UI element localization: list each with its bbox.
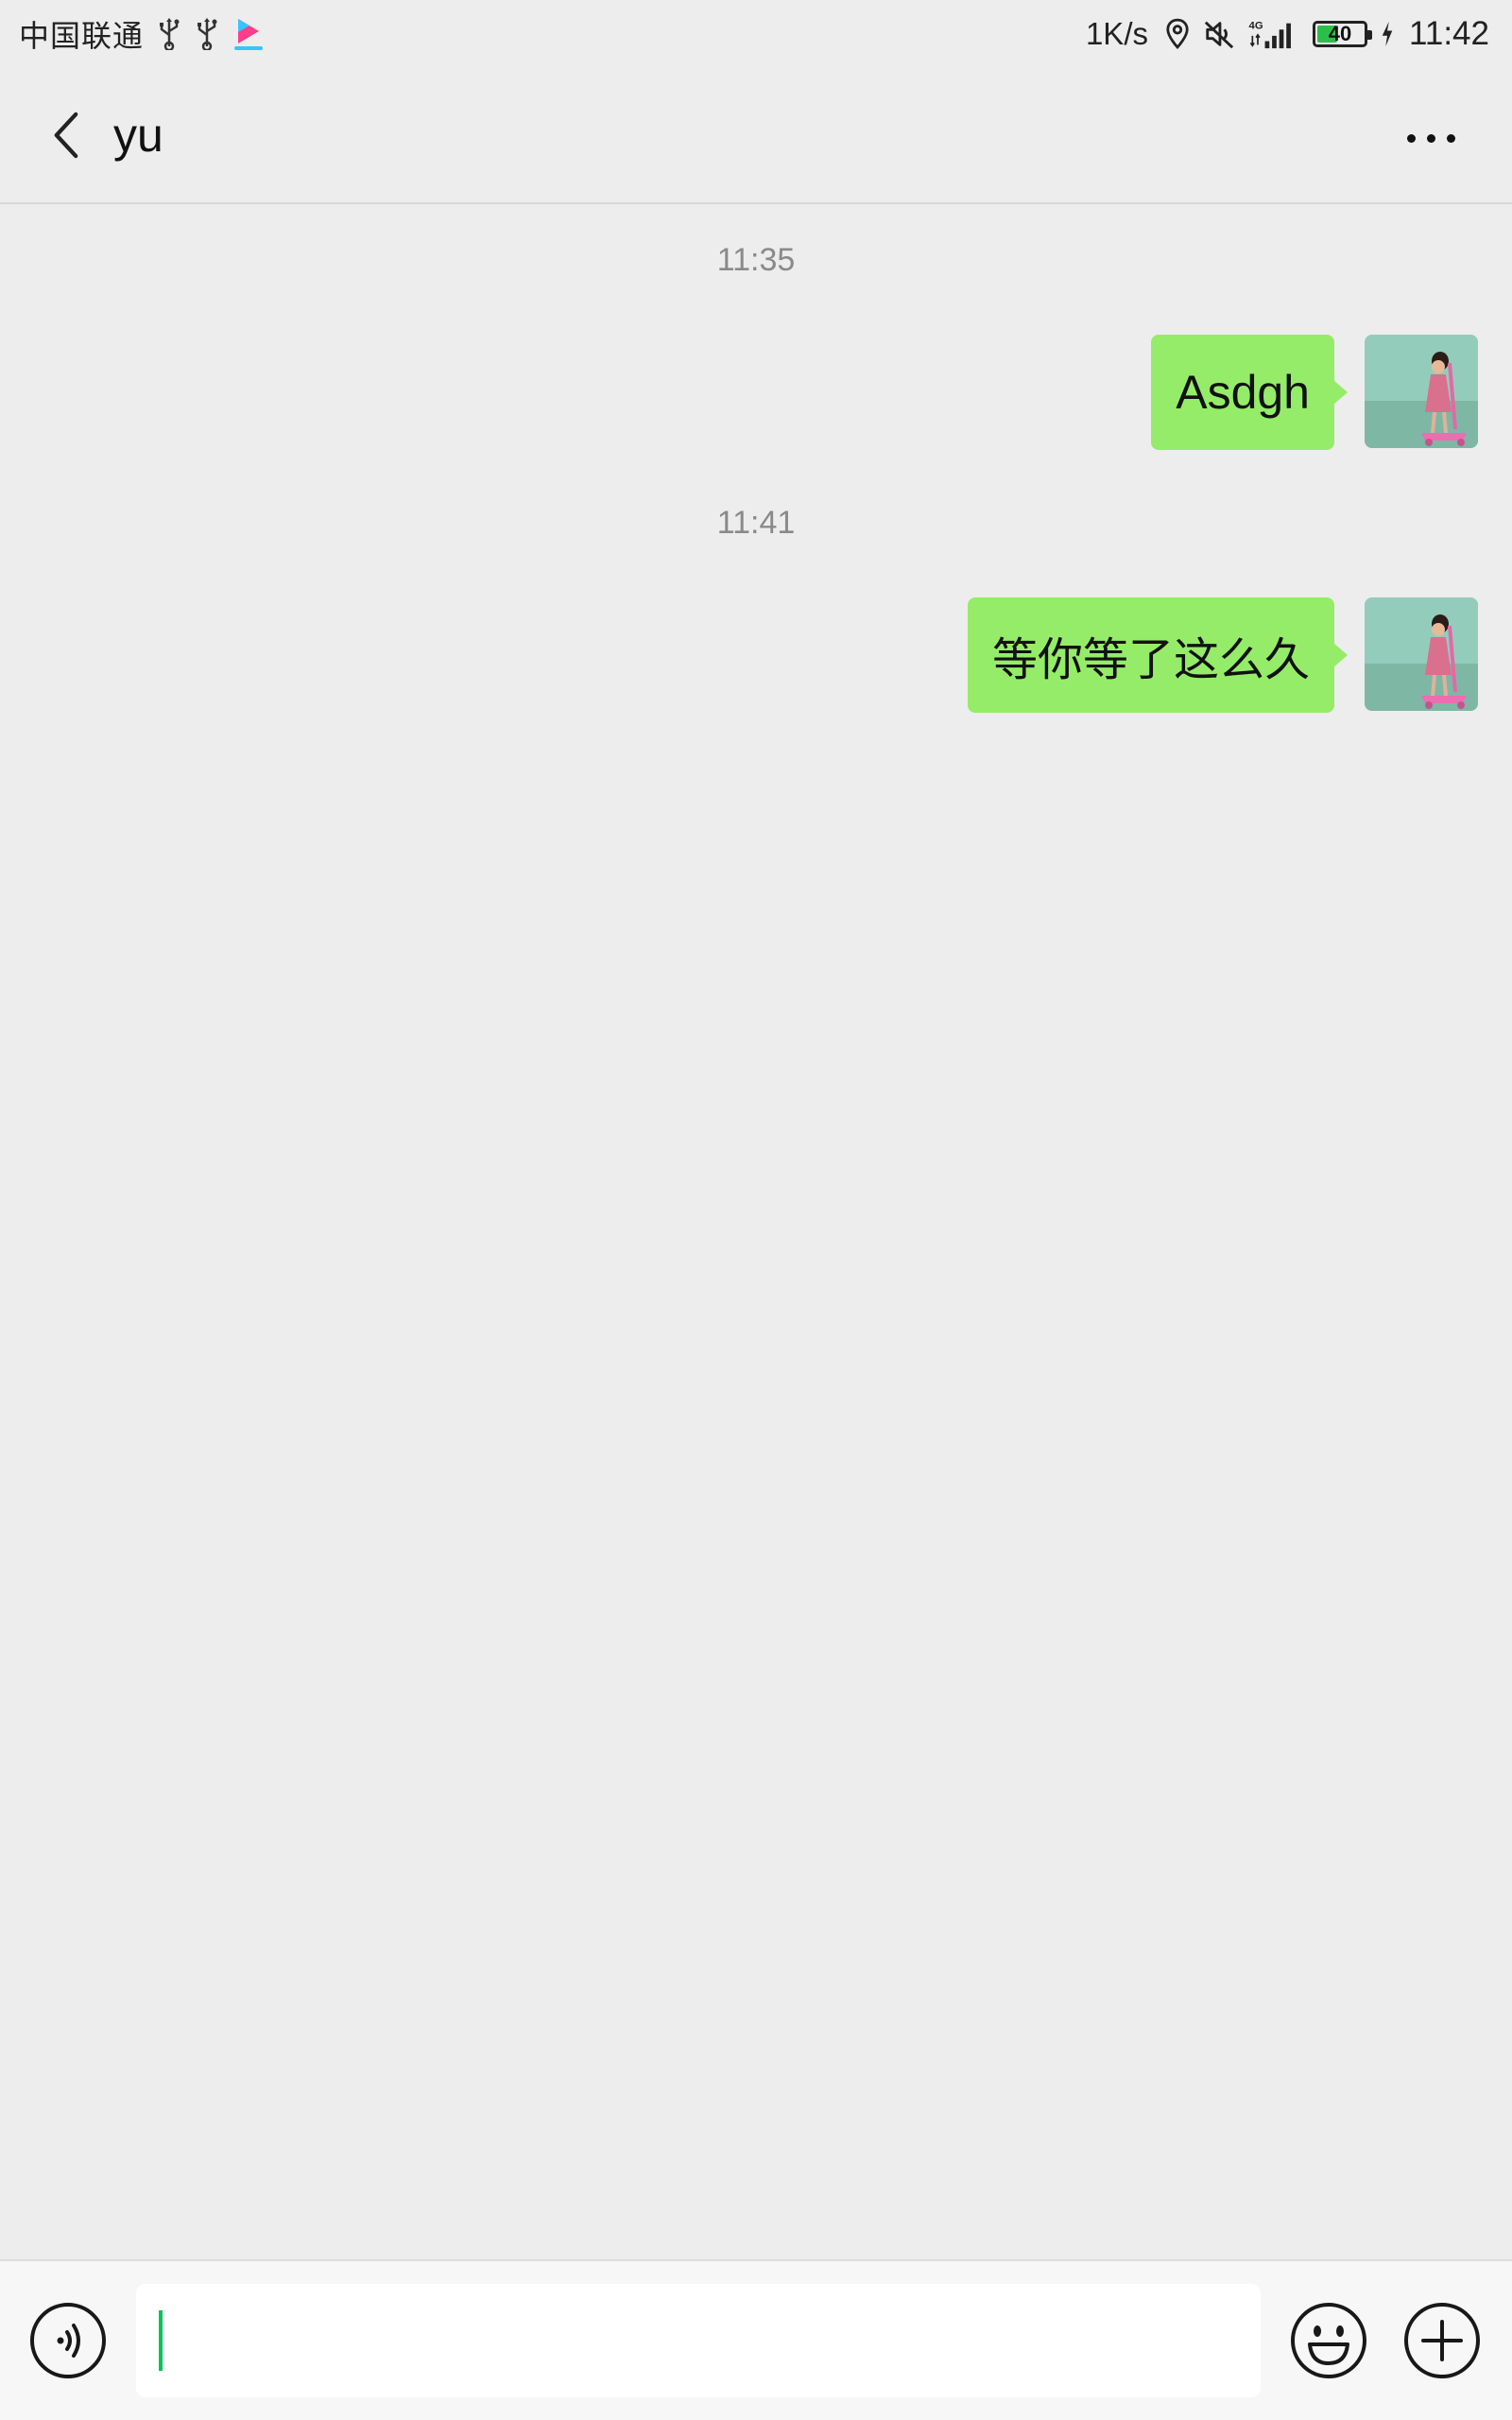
more-dots-icon bbox=[1406, 133, 1416, 143]
carrier-name: 中国联通 bbox=[19, 18, 145, 54]
youku-icon bbox=[232, 16, 265, 52]
more-functions-button[interactable] bbox=[1402, 2301, 1482, 2380]
charging-icon bbox=[1381, 20, 1394, 48]
usb-icon bbox=[157, 18, 181, 50]
mute-icon bbox=[1203, 18, 1235, 50]
more-dot bbox=[1446, 133, 1455, 143]
network-speed: 1K/s bbox=[1085, 16, 1148, 51]
message-timestamp: 11:41 bbox=[716, 505, 796, 541]
message-bubble[interactable]: 等你等了这么久 bbox=[967, 597, 1349, 713]
signal-icon: 4G bbox=[1248, 18, 1299, 50]
avatar-image bbox=[1365, 597, 1478, 711]
voice-icon bbox=[30, 2303, 106, 2378]
battery-level: 40 bbox=[1328, 22, 1352, 45]
avatar[interactable] bbox=[1365, 335, 1478, 448]
plus-icon bbox=[1404, 2303, 1480, 2378]
svg-text:4G: 4G bbox=[1249, 20, 1263, 31]
message-row: 等你等了这么久 bbox=[967, 597, 1478, 715]
more-dot bbox=[1426, 133, 1435, 143]
battery-icon: 40 bbox=[1313, 21, 1372, 47]
message-text: Asdgh bbox=[1176, 366, 1310, 419]
status-bar: 中国联通 1K/s 4G 40 11:42 bbox=[0, 0, 1512, 68]
input-bar bbox=[0, 2259, 1512, 2420]
text-cursor bbox=[159, 2310, 163, 2371]
message-input[interactable] bbox=[136, 2284, 1261, 2397]
status-time: 11:42 bbox=[1409, 15, 1489, 52]
status-left: 中国联通 bbox=[19, 12, 265, 56]
chevron-left-icon bbox=[54, 112, 78, 159]
emoji-icon bbox=[1291, 2303, 1366, 2378]
message-list[interactable]: 11:35 Asdgh 11:41 等你等了这么久 bbox=[0, 204, 1512, 2259]
message-row: Asdgh bbox=[1151, 335, 1478, 452]
avatar-image bbox=[1365, 335, 1478, 448]
message-bubble[interactable]: Asdgh bbox=[1151, 335, 1348, 450]
avatar[interactable] bbox=[1365, 597, 1478, 711]
emoji-button[interactable] bbox=[1289, 2301, 1368, 2380]
usb-icon bbox=[195, 18, 219, 50]
status-right: 1K/s 4G 40 11:42 bbox=[1086, 15, 1489, 53]
location-icon bbox=[1165, 18, 1190, 50]
back-button[interactable] bbox=[19, 88, 113, 182]
message-timestamp: 11:35 bbox=[716, 242, 796, 278]
chat-title: yu bbox=[113, 109, 163, 162]
voice-button[interactable] bbox=[28, 2301, 108, 2380]
chat-header: yu bbox=[0, 68, 1512, 204]
more-options-button[interactable] bbox=[1383, 91, 1478, 185]
message-text: 等你等了这么久 bbox=[991, 633, 1310, 686]
